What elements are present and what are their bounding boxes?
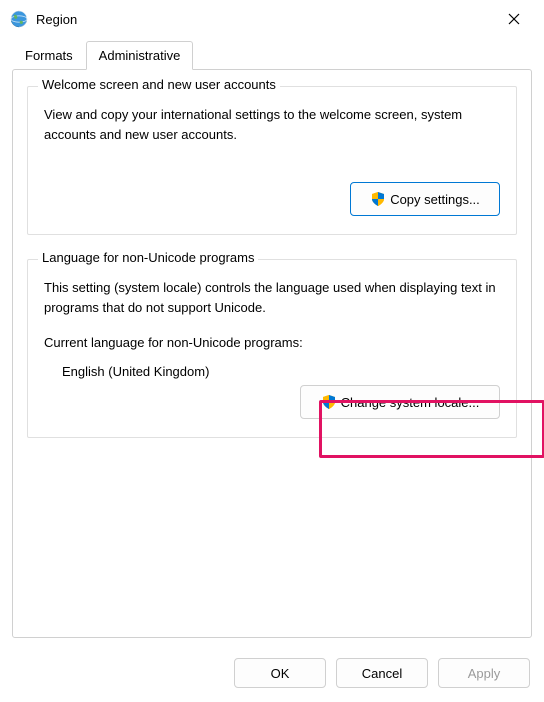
apply-button: Apply xyxy=(438,658,530,688)
window-title: Region xyxy=(36,12,494,27)
tab-formats[interactable]: Formats xyxy=(12,41,86,70)
change-system-locale-label: Change system locale... xyxy=(341,395,480,410)
group-non-unicode-desc: This setting (system locale) controls th… xyxy=(44,278,500,317)
group-welcome-accounts: Welcome screen and new user accounts Vie… xyxy=(27,86,517,235)
group-welcome-legend: Welcome screen and new user accounts xyxy=(38,77,280,92)
cancel-button[interactable]: Cancel xyxy=(336,658,428,688)
copy-settings-button[interactable]: Copy settings... xyxy=(350,182,500,216)
tab-administrative[interactable]: Administrative xyxy=(86,41,194,70)
current-language-value: English (United Kingdom) xyxy=(62,364,500,379)
change-system-locale-button[interactable]: Change system locale... xyxy=(300,385,500,419)
copy-settings-label: Copy settings... xyxy=(390,192,480,207)
titlebar: Region xyxy=(0,0,544,38)
shield-icon xyxy=(370,191,386,207)
shield-icon xyxy=(321,394,337,410)
tab-strip: Formats Administrative xyxy=(0,40,544,69)
dialog-footer: OK Cancel Apply xyxy=(0,650,544,702)
close-button[interactable] xyxy=(494,4,534,34)
group-welcome-desc: View and copy your international setting… xyxy=(44,105,500,144)
group-non-unicode: Language for non-Unicode programs This s… xyxy=(27,259,517,438)
ok-button[interactable]: OK xyxy=(234,658,326,688)
region-icon xyxy=(10,10,28,28)
tab-panel-administrative: Welcome screen and new user accounts Vie… xyxy=(12,69,532,638)
region-dialog: Region Formats Administrative Welcome sc… xyxy=(0,0,544,702)
group-non-unicode-legend: Language for non-Unicode programs xyxy=(38,250,258,265)
current-language-label: Current language for non-Unicode program… xyxy=(44,335,500,350)
